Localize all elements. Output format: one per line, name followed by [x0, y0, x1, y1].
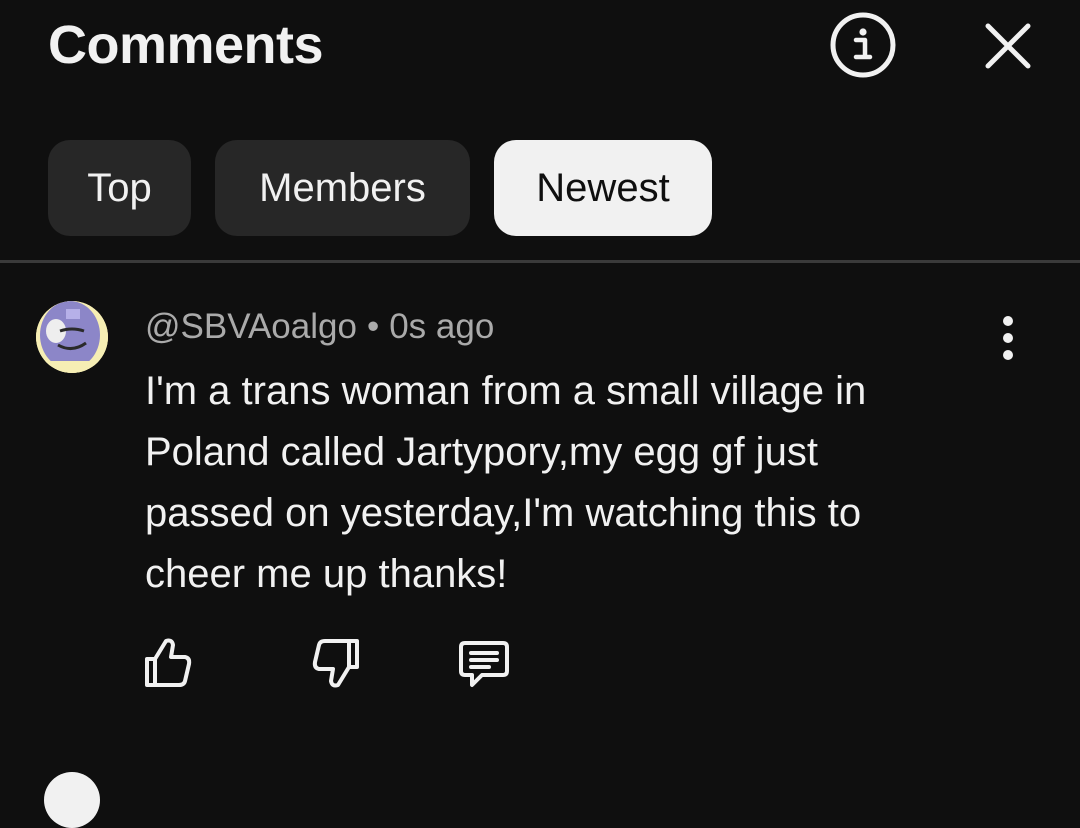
close-icon — [985, 23, 1031, 69]
page-title: Comments — [48, 15, 324, 75]
comment-time: 0s ago — [389, 307, 495, 346]
comment-item: @SBVAoalgo • 0s ago I'm a trans woman from… — [0, 263, 1080, 778]
comment-meta: @SBVAoalgo • 0s ago — [145, 307, 494, 347]
close-button[interactable] — [980, 18, 1036, 74]
comments-header: Comments — [0, 0, 1080, 100]
next-comment-avatar — [44, 772, 100, 828]
avatar[interactable] — [36, 301, 108, 373]
chip-newest[interactable]: Newest — [494, 140, 712, 236]
comment-actions — [0, 635, 1080, 695]
info-button[interactable] — [829, 11, 897, 79]
info-icon — [830, 12, 896, 78]
more-vert-icon — [1003, 316, 1013, 360]
thumbs-down-icon — [312, 639, 359, 688]
chip-members[interactable]: Members — [215, 140, 470, 236]
avatar-image — [36, 301, 108, 373]
thumbs-up-icon — [145, 638, 192, 687]
reply-comment-icon — [459, 641, 509, 687]
reply-button[interactable] — [456, 635, 512, 691]
more-options-button[interactable] — [988, 315, 1028, 361]
chip-top[interactable]: Top — [48, 140, 191, 236]
comment-text: I'm a trans woman from a small village i… — [145, 369, 867, 596]
dislike-button[interactable] — [308, 635, 364, 691]
filter-chips: Top Members Newest — [48, 140, 712, 236]
meta-separator: • — [366, 307, 380, 346]
like-button[interactable] — [140, 635, 196, 691]
comment-author[interactable]: @SBVAoalgo — [145, 307, 357, 346]
